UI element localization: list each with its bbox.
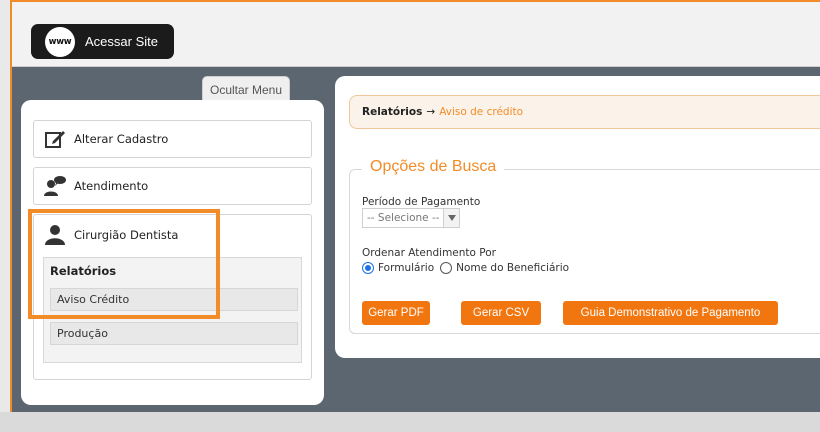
breadcrumb-root[interactable]: Relatórios <box>362 106 422 118</box>
generate-pdf-button[interactable]: Gerar PDF <box>362 301 430 325</box>
sidebar-item-cirurgiao-dentista: Cirurgião Dentista Relatórios Aviso Créd… <box>33 214 312 380</box>
hide-menu-tab[interactable]: Ocultar Menu <box>202 76 290 102</box>
sidebar-item-label: Alterar Cadastro <box>74 132 169 146</box>
generate-csv-button[interactable]: Gerar CSV <box>461 301 541 325</box>
payment-period-value: -- Selecione -- <box>367 212 440 224</box>
globe-www-icon: www <box>45 26 75 57</box>
footer-strip <box>0 412 820 432</box>
search-options-fieldset: Opções de Busca Período de Pagamento -- … <box>349 158 820 334</box>
reports-heading: Relatórios <box>50 264 117 278</box>
edit-icon <box>42 126 68 152</box>
top-bar: www Acessar Site <box>12 2 820 67</box>
submenu-item-aviso-credito[interactable]: Aviso Crédito <box>50 288 298 311</box>
radio-formulario[interactable] <box>362 262 374 274</box>
sidebar-item-atendimento[interactable]: Atendimento <box>33 167 312 205</box>
access-site-label: Acessar Site <box>85 34 158 49</box>
breadcrumb-current: Aviso de crédito <box>439 106 524 118</box>
access-site-button[interactable]: www Acessar Site <box>31 24 174 59</box>
main-panel: Relatórios → Aviso de crédito Opções de … <box>335 76 820 358</box>
search-options-legend: Opções de Busca <box>362 158 505 176</box>
reports-submenu: Relatórios Aviso Crédito Produção <box>43 257 302 363</box>
chevron-down-icon <box>443 209 459 227</box>
sidebar-item-label: Cirurgião Dentista <box>74 228 179 242</box>
sidebar-item-label: Atendimento <box>74 179 149 193</box>
sidebar-item-alterar-cadastro[interactable]: Alterar Cadastro <box>33 120 312 158</box>
cirurgiao-dentista-header[interactable]: Cirurgião Dentista <box>34 217 311 253</box>
radio-nome-beneficiario[interactable] <box>440 262 453 274</box>
payment-period-label: Período de Pagamento <box>362 196 481 208</box>
sidebar: Alterar Cadastro Atendimento Cirurgião D… <box>21 100 324 405</box>
person-icon <box>42 222 68 248</box>
order-by-radio-group: Formulário Nome do Beneficiário <box>362 262 575 274</box>
radio-formulario-label: Formulário <box>378 262 435 274</box>
submenu-item-producao[interactable]: Produção <box>50 322 298 345</box>
chat-person-icon <box>42 173 68 199</box>
payment-period-select[interactable]: -- Selecione -- <box>362 208 460 228</box>
breadcrumb: Relatórios → Aviso de crédito <box>349 95 820 129</box>
order-by-label: Ordenar Atendimento Por <box>362 247 496 259</box>
breadcrumb-arrow-icon: → <box>426 106 436 118</box>
payment-statement-button[interactable]: Guia Demonstrativo de Pagamento <box>563 301 778 325</box>
radio-nome-beneficiario-label: Nome do Beneficiário <box>456 262 570 274</box>
